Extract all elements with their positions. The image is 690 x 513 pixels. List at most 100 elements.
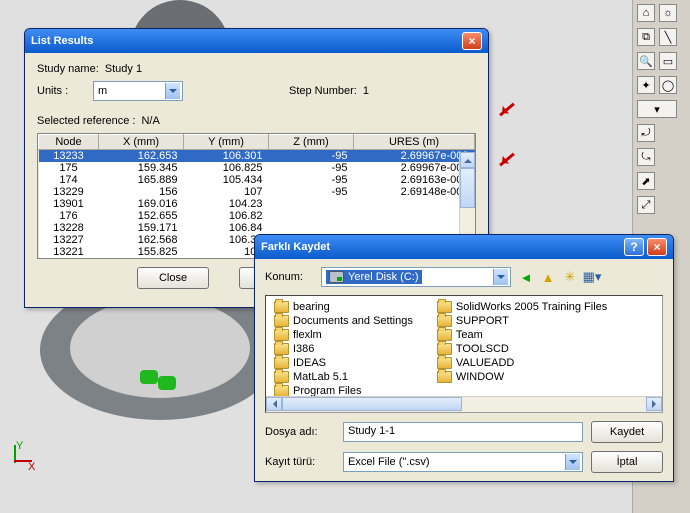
folder-item[interactable]: VALUEADD [435,356,609,370]
titlebar[interactable]: Farklı Kaydet ? × [255,235,673,259]
table-cell: 13221 [39,246,99,258]
table-cell: 2.69967e-008 [354,162,475,174]
folder-item[interactable]: SUPPORT [435,314,609,328]
table-row[interactable]: 175159.345106.825-952.69967e-008 [39,162,475,174]
location-combo[interactable]: Yerel Disk (C:) [321,267,511,287]
chevron-down-icon[interactable] [165,83,180,99]
table-row[interactable]: 176152.655106.82 [39,210,475,222]
table-cell: 106.301 [184,150,269,163]
folder-item[interactable]: Documents and Settings [272,314,415,328]
circle-tool-icon[interactable]: ◯ [659,76,677,94]
column-header[interactable]: Node [39,135,99,150]
chevron-down-icon[interactable] [493,269,508,285]
study-name-value: Study 1 [105,63,142,75]
chevron-down-icon[interactable] [565,454,580,470]
table-row[interactable]: 13229156107-952.69148e-008 [39,186,475,198]
folder-item[interactable]: I386 [272,342,415,356]
view-icon[interactable]: ☼ [659,4,677,22]
table-cell: 169.016 [99,198,184,210]
titlebar[interactable]: List Results × [25,29,488,53]
scroll-left-icon[interactable] [266,397,282,411]
column-header[interactable]: Y (mm) [184,135,269,150]
table-cell: 155.825 [99,246,184,258]
folder-icon [437,315,452,327]
column-header[interactable]: URES (m) [354,135,475,150]
close-icon[interactable]: × [647,238,667,256]
table-cell: 105.434 [184,174,269,186]
table-cell: 106.825 [184,162,269,174]
filetype-label: Kayıt türü: [265,456,335,468]
units-combo[interactable]: m [93,81,183,101]
units-label: Units : [37,85,87,97]
line-tool-icon[interactable]: ╲ [659,28,677,46]
new-folder-icon[interactable]: ✳ [561,268,579,286]
table-cell: 107 [184,186,269,198]
table-cell: 159.345 [99,162,184,174]
table-cell [269,222,354,234]
folder-label: Team [456,329,483,341]
table-row[interactable]: 13233162.653106.301-952.69967e-008 [39,150,475,163]
tool-icon[interactable]: ⧉ [637,28,655,46]
close-icon[interactable]: × [462,32,482,50]
table-row[interactable]: 13901169.016104.23 [39,198,475,210]
folder-item[interactable]: TOOLSCD [435,342,609,356]
selected-reference-value: N/A [141,115,159,127]
disk-icon [329,271,344,283]
table-cell: 152.655 [99,210,184,222]
resize-icon[interactable]: ⤢ [637,196,655,214]
folder-item[interactable]: Team [435,328,609,342]
folder-item[interactable]: WINDOW [435,370,609,384]
dropdown-tool[interactable]: ▾ [637,100,677,118]
table-cell: 175 [39,162,99,174]
scrollbar-thumb[interactable] [282,397,462,411]
rect-tool-icon[interactable]: ▭ [659,52,677,70]
units-value: m [98,85,107,97]
scrollbar-thumb[interactable] [460,168,475,208]
save-button[interactable]: Kaydet [591,421,663,443]
table-cell: 106.82 [184,210,269,222]
views-icon[interactable]: ▦▾ [583,268,601,286]
up-one-level-icon[interactable]: ▲ [539,268,557,286]
table-cell [354,222,475,234]
scroll-up-icon[interactable] [460,152,475,168]
table-cell: 162.568 [99,234,184,246]
home-icon[interactable]: ⌂ [637,4,655,22]
help-icon[interactable]: ? [624,238,644,256]
column-header[interactable]: Z (mm) [269,135,354,150]
folder-item[interactable]: IDEAS [272,356,415,370]
search-icon[interactable]: 🔍 [637,52,655,70]
location-label: Konum: [265,271,315,283]
table-row[interactable]: 13228159.171106.84 [39,222,475,234]
table-cell: 2.69163e-008 [354,174,475,186]
rotate-cw-icon[interactable]: ⤾ [637,124,655,142]
step-number-label: Step Number: [289,85,357,97]
table-cell [354,210,475,222]
folder-item[interactable]: flexlm [272,328,415,342]
save-as-dialog: Farklı Kaydet ? × Konum: Yerel Disk (C:)… [254,234,674,482]
scroll-right-icon[interactable] [646,397,662,411]
table-cell: 176 [39,210,99,222]
folder-item[interactable]: MatLab 5.1 [272,370,415,384]
table-row[interactable]: 174165.889105.434-952.69163e-008 [39,174,475,186]
folder-item[interactable]: bearing [272,300,415,314]
folder-label: bearing [293,301,330,313]
file-list-pane[interactable]: bearingDocuments and SettingsflexlmI386I… [265,295,663,413]
folder-label: SolidWorks 2005 Training Files [456,301,607,313]
folder-label: SUPPORT [456,315,509,327]
filetype-combo[interactable]: Excel File (".csv) [343,452,583,472]
study-name-label: Study name: [37,63,99,75]
star-icon[interactable]: ✦ [637,76,655,94]
rotate-ccw-icon[interactable]: ⤿ [637,148,655,166]
column-header[interactable]: X (mm) [99,135,184,150]
folder-icon [274,371,289,383]
cancel-button[interactable]: İptal [591,451,663,473]
table-cell: 165.889 [99,174,184,186]
step-number-value: 1 [363,85,369,97]
close-button[interactable]: Close [137,267,209,289]
filename-input[interactable]: Study 1-1 [343,422,583,442]
folder-item[interactable]: SolidWorks 2005 Training Files [435,300,609,314]
horizontal-scrollbar[interactable] [266,396,662,412]
back-icon[interactable]: ◄ [517,268,535,286]
pan-icon[interactable]: ⬈ [637,172,655,190]
table-cell: 162.653 [99,150,184,163]
